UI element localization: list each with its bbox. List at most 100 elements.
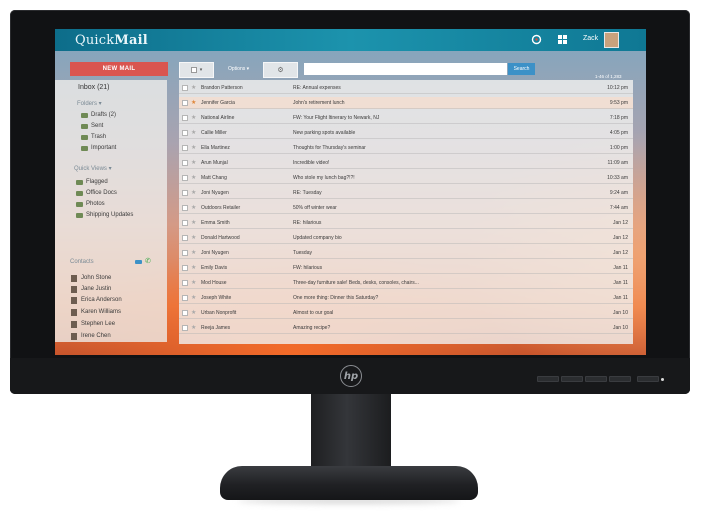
message-row[interactable]: ★ Mod House Three-day furniture sale! Beds… <box>179 277 633 289</box>
screen: QuickMail Zack NEW MAIL ▾ Options ▾ ⚙ Se… <box>55 29 646 355</box>
star-icon[interactable]: ★ <box>191 173 196 183</box>
contacts-heading[interactable]: Contacts <box>70 259 94 265</box>
star-icon[interactable]: ★ <box>191 158 196 168</box>
star-icon[interactable]: ★ <box>191 218 196 228</box>
message-sender: Arun Munjal <box>201 160 228 166</box>
star-icon[interactable]: ★ <box>191 293 196 303</box>
row-checkbox[interactable] <box>182 205 188 211</box>
star-icon[interactable]: ★ <box>191 83 196 93</box>
row-checkbox[interactable] <box>182 250 188 256</box>
row-checkbox[interactable] <box>182 280 188 286</box>
user-name[interactable]: Zack <box>583 35 598 42</box>
message-row[interactable]: ★ Donald Hartwood Updated company bio Jan 1… <box>179 232 633 244</box>
message-sender: Emily Davis <box>201 265 228 271</box>
message-row[interactable]: ★ National Airline FW: Your Flight Itinera… <box>179 112 633 124</box>
sidebar-item-flagged[interactable]: Flagged <box>86 179 108 185</box>
monitor-stand-neck <box>311 394 391 476</box>
settings-button[interactable]: ⚙ <box>263 62 298 78</box>
search-input[interactable] <box>304 63 507 75</box>
row-checkbox[interactable] <box>182 160 188 166</box>
row-checkbox[interactable] <box>182 100 188 106</box>
refresh-icon[interactable] <box>531 34 542 49</box>
sidebar-item-trash[interactable]: Trash <box>91 134 106 140</box>
message-time: Jan 11 <box>613 295 628 301</box>
sidebar-item-office-docs[interactable]: Office Docs <box>86 190 117 196</box>
message-time: Jan 12 <box>612 235 628 241</box>
row-checkbox[interactable] <box>182 295 188 301</box>
quick-views-heading[interactable]: Quick Views ▾ <box>74 165 112 172</box>
contact-avatar <box>71 321 77 328</box>
message-sender: Outdoors Retailer <box>201 205 241 211</box>
star-icon[interactable]: ★ <box>191 188 196 198</box>
row-checkbox[interactable] <box>182 235 188 241</box>
message-subject: Almost to our goal <box>293 310 334 316</box>
sidebar-item-inbox[interactable]: Inbox (21) <box>78 84 110 91</box>
row-checkbox[interactable] <box>182 115 188 121</box>
row-checkbox[interactable] <box>182 85 188 91</box>
message-subject: Tuesday <box>293 250 312 256</box>
message-row[interactable]: ★ Jennifer Garcia John's retirement lunch 9… <box>179 97 633 109</box>
sidebar-item-photos[interactable]: Photos <box>86 201 105 207</box>
star-icon[interactable]: ★ <box>191 203 196 213</box>
star-icon[interactable]: ★ <box>191 263 196 273</box>
message-row[interactable]: ★ Urban Nonprofit Almost to our goal Jan 10 <box>179 307 633 319</box>
star-icon[interactable]: ★ <box>191 308 196 318</box>
avatar[interactable] <box>604 32 619 48</box>
app-logo[interactable]: QuickMail <box>75 33 148 48</box>
message-row[interactable]: ★ Reeja James Amazing recipe? Jan 10 <box>179 322 633 334</box>
row-checkbox[interactable] <box>182 265 188 271</box>
contact-item[interactable]: Erica Anderson <box>81 297 122 303</box>
contact-item[interactable]: Karen Williams <box>81 309 121 315</box>
star-icon[interactable]: ★ <box>191 98 196 108</box>
message-row[interactable]: ★ Outdoors Retailer 50% off winter wear 7:4… <box>179 202 633 214</box>
message-row[interactable]: ★ Callie Miller New parking spots availabl… <box>179 127 633 139</box>
row-checkbox[interactable] <box>182 190 188 196</box>
message-sender: Brandon Patterson <box>201 85 243 91</box>
message-time: Jan 11 <box>613 280 628 286</box>
star-icon[interactable]: ★ <box>191 278 196 288</box>
contact-item[interactable]: John Stone <box>81 275 111 281</box>
select-dropdown-button[interactable]: ▾ <box>179 62 214 78</box>
row-checkbox[interactable] <box>182 310 188 316</box>
search-button[interactable]: Search <box>508 63 535 75</box>
sidebar-item-sent[interactable]: Sent <box>91 123 103 129</box>
sidebar-item-shipping-updates[interactable]: Shipping Updates <box>86 212 133 218</box>
row-checkbox[interactable] <box>182 325 188 331</box>
star-icon[interactable]: ★ <box>191 233 196 243</box>
message-row[interactable]: ★ Emily Davis FW: hilarious Jan 11 <box>179 262 633 274</box>
row-checkbox[interactable] <box>182 130 188 136</box>
row-checkbox[interactable] <box>182 175 188 181</box>
phone-icon[interactable]: ✆ <box>145 258 151 265</box>
star-icon[interactable]: ★ <box>191 248 196 258</box>
message-subject: John's retirement lunch <box>293 100 345 106</box>
contact-item[interactable]: Jane Justin <box>81 286 111 292</box>
folders-heading[interactable]: Folders ▾ <box>77 100 102 107</box>
message-row[interactable]: ★ Brandon Patterson RE: Annual expenses 10:… <box>179 82 633 94</box>
message-subject: RE: Tuesday <box>293 190 322 196</box>
checkbox-icon <box>190 67 197 73</box>
star-icon[interactable]: ★ <box>191 143 196 153</box>
row-checkbox[interactable] <box>182 145 188 151</box>
message-row[interactable]: ★ Matt Chang Who stole my lunch bag?!?! 10:… <box>179 172 633 184</box>
message-row[interactable]: ★ Emma Smith RE: hilarious Jan 12 <box>179 217 633 229</box>
new-mail-button[interactable]: NEW MAIL <box>70 62 168 76</box>
apps-icon[interactable] <box>557 34 568 49</box>
options-menu[interactable]: Options ▾ <box>228 66 249 72</box>
message-row[interactable]: ★ Joseph White One more thing: Dinner this… <box>179 292 633 304</box>
message-row[interactable]: ★ Joni Nyugen Tuesday Jan 12 <box>179 247 633 259</box>
contact-item[interactable]: Irene Chen <box>81 333 111 339</box>
sidebar-item-important[interactable]: Important <box>91 145 116 151</box>
message-time: Jan 10 <box>612 310 628 316</box>
sidebar-item-drafts[interactable]: Drafts (2) <box>91 112 116 118</box>
message-row[interactable]: ★ Arun Munjal Incredible video! 11:09 am <box>179 157 633 169</box>
row-checkbox[interactable] <box>182 220 188 226</box>
message-row[interactable]: ★ Joni Nyugen RE: Tuesday 9:24 am <box>179 187 633 199</box>
star-icon[interactable]: ★ <box>191 113 196 123</box>
message-time: Jan 11 <box>613 265 628 271</box>
chevron-down-icon: ▾ <box>199 67 203 73</box>
star-icon[interactable]: ★ <box>191 128 196 138</box>
star-icon[interactable]: ★ <box>191 323 196 333</box>
contact-item[interactable]: Stephen Lee <box>81 321 115 327</box>
video-icon[interactable] <box>135 260 142 264</box>
message-row[interactable]: ★ Ella Martinez Thoughts for Thursday's se… <box>179 142 633 154</box>
